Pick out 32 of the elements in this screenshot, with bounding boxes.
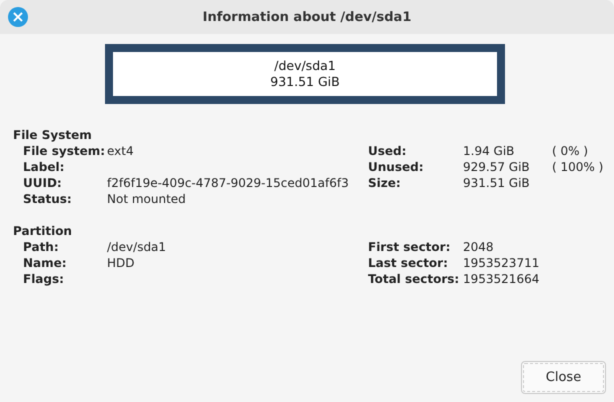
partition-size: 931.51 GiB	[270, 74, 340, 90]
field-value: 1953523711	[463, 255, 540, 271]
field-label: First sector:	[368, 239, 452, 255]
section-heading: File System	[13, 127, 92, 143]
field-value: f2f6f19e-409c-4787-9029-15ced01af6f3	[107, 175, 350, 191]
percent-value: ( 0% )	[552, 143, 590, 159]
field-value: 931.51 GiB	[463, 175, 531, 191]
field-label: Status:	[23, 191, 73, 207]
field-label: Total sectors:	[368, 271, 460, 287]
field-value: 2048	[463, 239, 495, 255]
field-value: 1.94 GiB	[463, 143, 516, 159]
field-value: 1953521664	[463, 271, 540, 287]
field-label: Name:	[23, 255, 68, 271]
window-title: Information about /dev/sda1	[202, 10, 412, 24]
section-heading: Partition	[13, 223, 72, 239]
field-label: Unused:	[368, 159, 424, 175]
field-label: File system:	[23, 143, 106, 159]
field-label: Label:	[23, 159, 66, 175]
partition-path: /dev/sda1	[274, 58, 336, 74]
field-label: Size:	[368, 175, 402, 191]
field-label: Last sector:	[368, 255, 449, 271]
field-label: UUID:	[23, 175, 63, 191]
field-value: HDD	[107, 255, 136, 271]
percent-value: ( 100% )	[552, 159, 604, 175]
field-label: Path:	[23, 239, 60, 255]
field-value: Not mounted	[107, 191, 187, 207]
field-label: Used:	[368, 143, 408, 159]
close-button[interactable]: Close	[521, 361, 606, 394]
field-value: ext4	[107, 143, 135, 159]
field-label: Flags:	[23, 271, 65, 287]
field-value: /dev/sda1	[107, 239, 168, 255]
field-value: 929.57 GiB	[463, 159, 531, 175]
